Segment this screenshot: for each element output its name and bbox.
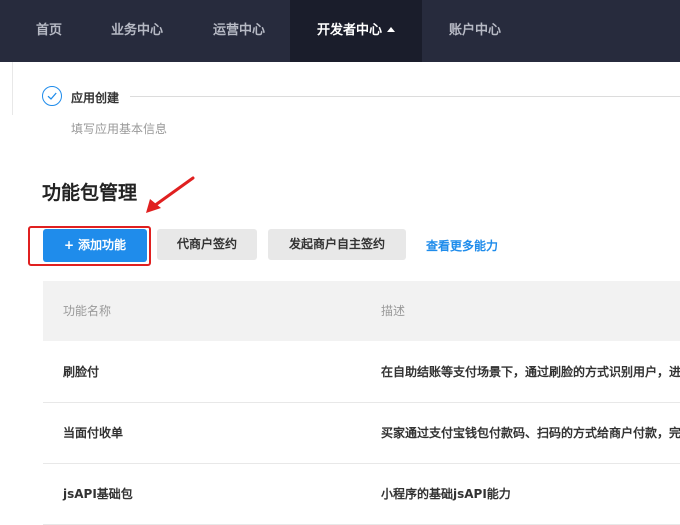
column-header-description: 描述	[381, 304, 406, 318]
nav-item-label: 业务中心	[110, 23, 163, 38]
add-feature-button[interactable]: + 添加功能	[43, 229, 147, 262]
nav-item-label: 开发者中心	[316, 23, 382, 38]
red-arrow-annotation	[146, 176, 195, 213]
nav-item-developer-center[interactable]: 开发者中心	[290, 0, 422, 62]
merchant-self-sign-button[interactable]: 发起商户自主签约	[268, 229, 406, 260]
nav-item-label: 账户中心	[448, 23, 501, 38]
page-title: 功能包管理	[42, 182, 138, 204]
nav-item-label: 首页	[35, 23, 62, 38]
nav-item-operations-center[interactable]: 运营中心	[196, 0, 282, 62]
plus-icon: +	[63, 238, 75, 252]
add-feature-label: 添加功能	[78, 238, 127, 252]
nav-item-home[interactable]: 首页	[20, 0, 78, 62]
feature-name: 当面付收单	[63, 426, 124, 440]
feature-description: 小程序的基础jsAPI能力	[381, 487, 511, 501]
feature-name: 刷脸付	[63, 365, 100, 379]
agent-sign-button[interactable]: 代商户签约	[157, 229, 257, 260]
table-row[interactable]: 刷脸付 在自助结账等支付场景下，通过刷脸的方式识别用户，进	[43, 342, 680, 403]
check-circle-icon	[42, 86, 62, 106]
feature-description: 买家通过支付宝钱包付款码、扫码的方式给商户付款，完	[381, 426, 680, 440]
step-title: 应用创建	[71, 91, 120, 105]
feature-name: jsAPI基础包	[63, 487, 133, 501]
step-divider	[130, 96, 680, 97]
column-header-name: 功能名称	[63, 304, 112, 318]
view-more-link[interactable]: 查看更多能力	[426, 237, 498, 254]
nav-item-business-center[interactable]: 业务中心	[94, 0, 180, 62]
top-nav: 首页 业务中心 运营中心 开发者中心 账户中心	[0, 0, 680, 62]
nav-item-label: 运营中心	[212, 23, 265, 38]
nav-item-account-center[interactable]: 账户中心	[432, 0, 518, 62]
table-header: 功能名称 描述	[43, 281, 680, 341]
caret-up-icon	[387, 27, 395, 32]
table-row[interactable]: 当面付收单 买家通过支付宝钱包付款码、扫码的方式给商户付款，完	[43, 403, 680, 464]
side-divider	[12, 62, 13, 115]
step-description: 填写应用基本信息	[71, 122, 168, 136]
agent-sign-label: 代商户签约	[176, 237, 237, 251]
feature-description: 在自助结账等支付场景下，通过刷脸的方式识别用户，进	[381, 365, 680, 379]
merchant-self-sign-label: 发起商户自主签约	[288, 237, 385, 251]
table-row[interactable]: jsAPI基础包 小程序的基础jsAPI能力	[43, 464, 680, 525]
